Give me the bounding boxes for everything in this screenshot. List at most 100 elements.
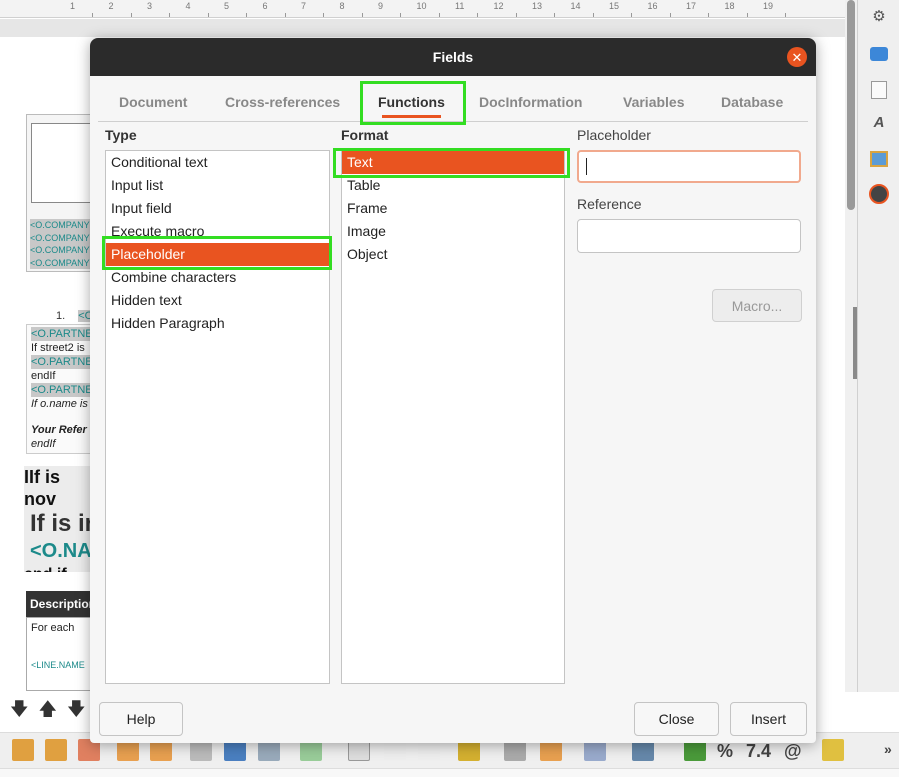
table-header: Description [26, 591, 96, 617]
scrollbar-thumb[interactable] [847, 0, 855, 210]
table-body: For each <LINE.NAME [26, 617, 96, 691]
properties-icon[interactable] [868, 43, 890, 65]
page-gap [0, 19, 845, 37]
company-field: <O.COMPANY [30, 231, 90, 244]
number-format-decimal-icon[interactable]: 7.4 [746, 741, 771, 762]
tab-bar: Document Cross-references Functions DocI… [98, 82, 808, 122]
format-list[interactable]: Text Table Frame Image Object [341, 150, 565, 684]
for-each: For each [31, 622, 75, 634]
ifis-block: IIf is nov If is ir <O.NA end if [24, 466, 96, 572]
format-item-frame[interactable]: Frame [342, 197, 564, 220]
macro-button[interactable]: Macro... [712, 289, 802, 322]
help-button[interactable]: Help [99, 702, 183, 736]
format-item-image[interactable]: Image [342, 220, 564, 243]
status-strip [0, 768, 899, 777]
close-button[interactable]: Close [634, 702, 719, 736]
arrow-down-icon[interactable]: 🡇 [10, 697, 29, 727]
type-label: Type [105, 127, 137, 143]
tab-variables[interactable]: Variables [623, 82, 685, 122]
ruler-mark [515, 13, 517, 17]
type-item-execute-macro[interactable]: Execute macro [106, 220, 329, 243]
gallery-icon[interactable] [868, 148, 890, 170]
ruler-number: 14 [570, 1, 581, 11]
list-number: 1. [56, 310, 66, 322]
settings-gear-icon[interactable]: ⚙ [868, 5, 890, 27]
partner-line-1: <O.PARTNER [31, 327, 96, 341]
placeholder-label: Placeholder [577, 127, 651, 143]
format-item-object[interactable]: Object [342, 243, 564, 266]
ruler-number: 13 [532, 1, 543, 11]
dialog-titlebar[interactable]: Fields [90, 38, 816, 76]
format-item-text[interactable]: Text [342, 151, 564, 174]
number-format-at-icon[interactable]: @ [784, 741, 802, 762]
ruler-number: 4 [185, 1, 191, 11]
ruler-number: 1 [70, 1, 76, 11]
ruler-number: 6 [262, 1, 268, 11]
ruler-number: 16 [647, 1, 658, 11]
company-lines: <O.COMPANY <O.COMPANY <O.COMPANY <O.COMPANY [30, 219, 90, 269]
navigation-arrows: 🡇 🡅 🡇 [0, 695, 100, 729]
ruler-number: 17 [686, 1, 697, 11]
frame-inner [31, 123, 93, 203]
horizontal-ruler: 1 2 3 4 5 6 7 8 9 10 11 12 13 14 15 16 17 18 19 [0, 0, 845, 18]
insert-caption-icon[interactable] [822, 739, 844, 761]
ruler-number: 3 [147, 1, 153, 11]
insert-columns-icon[interactable] [45, 739, 67, 761]
type-list[interactable]: Conditional text Input list Input field … [105, 150, 330, 684]
styles-icon[interactable]: A [868, 111, 890, 133]
type-item-placeholder[interactable]: Placeholder [106, 243, 329, 266]
ruler-mark [130, 13, 132, 17]
ruler-number: 12 [493, 1, 504, 11]
arrow-down-2-icon[interactable]: 🡇 [67, 697, 86, 727]
toolbar-overflow-icon[interactable]: » [884, 741, 892, 757]
format-item-table[interactable]: Table [342, 174, 564, 197]
numbered-item: 1. <O [56, 310, 94, 322]
tab-functions[interactable]: Functions [378, 82, 445, 122]
navigator-compass-icon[interactable] [868, 183, 890, 205]
partner-block: <O.PARTNER If street2 is <O.PARTNER endI… [26, 324, 96, 454]
line-name: <LINE.NAME [31, 660, 85, 670]
ruler-number: 10 [416, 1, 427, 11]
close-icon[interactable]: ✕ [787, 47, 807, 67]
type-item-hidden-text[interactable]: Hidden text [106, 289, 329, 312]
endif-1: endIf [31, 370, 56, 382]
reference-input[interactable] [577, 219, 801, 253]
oname-field: <O.NA [30, 540, 92, 562]
company-field: <O.COMPANY [30, 244, 90, 257]
if-street2: If street2 is [31, 342, 85, 354]
if-oname: If o.name is [31, 398, 88, 410]
your-reference: Your Refer [31, 424, 87, 436]
page-icon[interactable] [868, 79, 890, 101]
reference-label: Reference [577, 196, 642, 212]
type-item-input-field[interactable]: Input field [106, 197, 329, 220]
ruler-number: 5 [224, 1, 230, 11]
ruler-number: 7 [301, 1, 307, 11]
ruler-mark [400, 13, 401, 17]
insert-rows-icon[interactable] [12, 739, 34, 761]
ifis-in: If is ir [30, 510, 95, 537]
format-label: Format [341, 127, 389, 143]
placeholder-input[interactable] [577, 150, 801, 183]
number-format-percent-icon[interactable]: % [717, 741, 733, 762]
tab-docinformation[interactable]: DocInformation [479, 82, 582, 122]
company-field: <O.COMPANY [30, 256, 90, 269]
partner-line-3: <O.PARTNER [31, 383, 96, 397]
type-item-conditional-text[interactable]: Conditional text [106, 151, 329, 174]
type-item-combine-characters[interactable]: Combine characters [106, 266, 329, 289]
ruler-mark [284, 13, 286, 17]
ruler-mark [785, 13, 786, 17]
tab-document[interactable]: Document [119, 82, 187, 122]
ifis-now: IIf is nov [24, 467, 61, 509]
ruler-mark [207, 13, 209, 17]
tab-database[interactable]: Database [721, 82, 783, 122]
arrow-up-icon[interactable]: 🡅 [39, 697, 58, 727]
type-item-input-list[interactable]: Input list [106, 174, 329, 197]
insert-button[interactable]: Insert [730, 702, 807, 736]
ruler-number: 8 [339, 1, 345, 11]
fields-dialog: Fields ✕ Document Cross-references Funct… [90, 38, 816, 743]
type-item-hidden-paragraph[interactable]: Hidden Paragraph [106, 312, 329, 335]
ruler-number: 15 [609, 1, 620, 11]
end-if: end if [24, 564, 96, 572]
tab-cross-references[interactable]: Cross-references [225, 82, 340, 122]
ruler-mark [708, 13, 709, 17]
